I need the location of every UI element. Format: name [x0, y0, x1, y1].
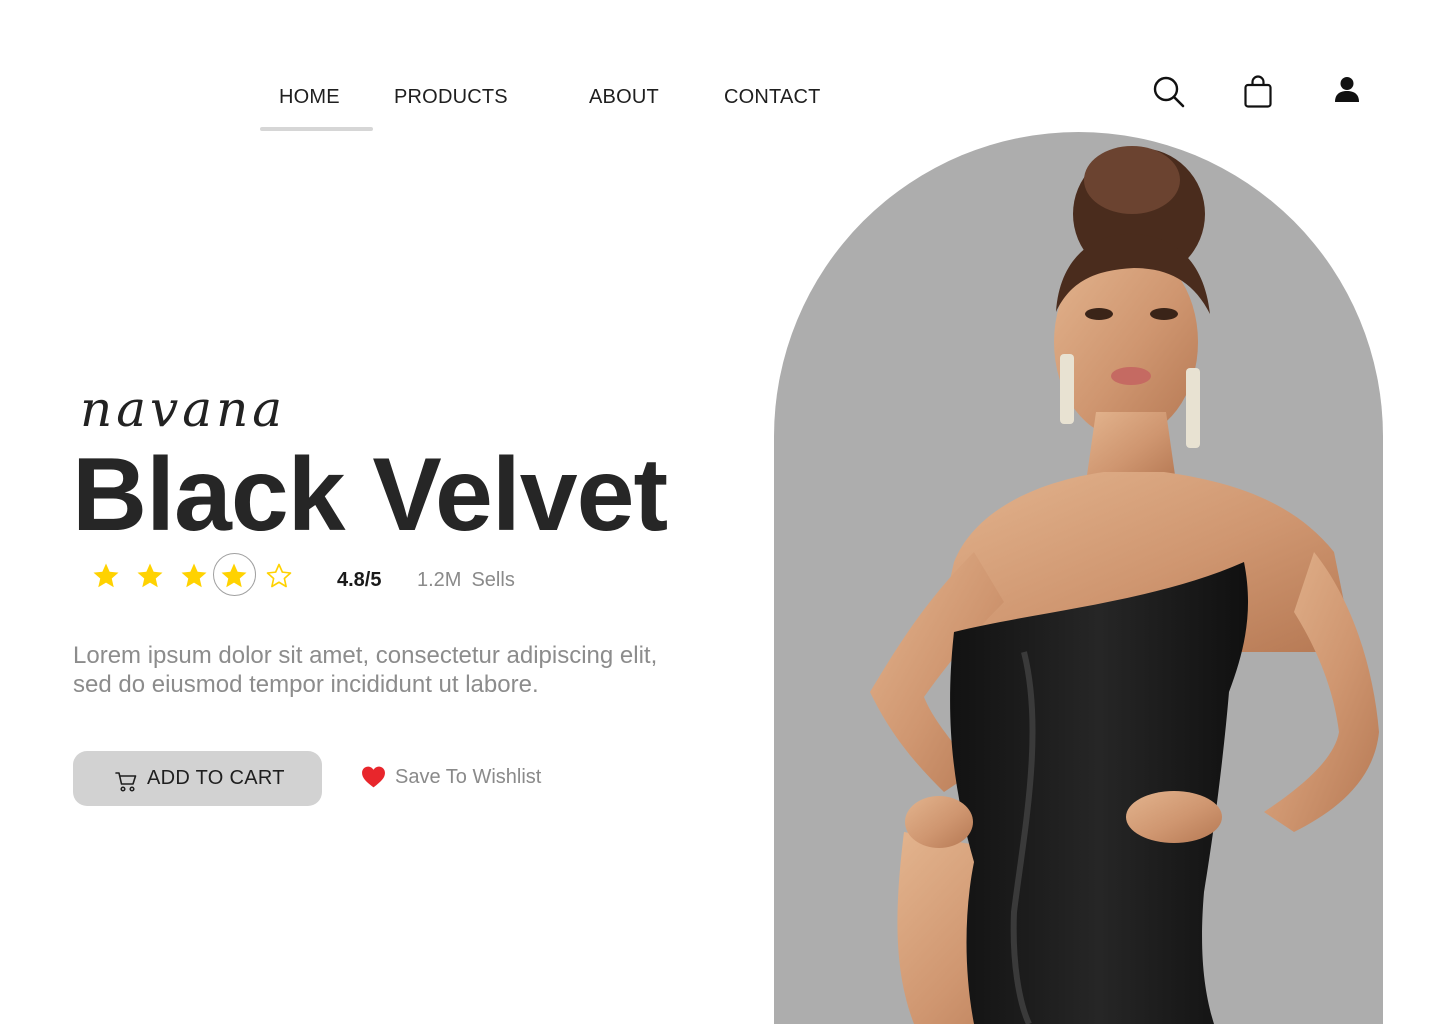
- nav-about-link[interactable]: ABOUT: [589, 86, 659, 109]
- star-filled-icon[interactable]: [214, 556, 254, 596]
- nav-home-link[interactable]: HOME: [279, 86, 340, 109]
- user-icon: [1335, 77, 1359, 102]
- wishlist-label: Save To Wishlist: [395, 765, 542, 788]
- cart-bag-button[interactable]: [1238, 72, 1278, 112]
- shopping-bag-icon: [1244, 75, 1272, 108]
- add-to-cart-button[interactable]: ADD TO CART: [73, 751, 322, 806]
- star-filled-icon[interactable]: [130, 556, 170, 596]
- rating-score: 4.8/5: [337, 569, 382, 591]
- account-button[interactable]: [1327, 70, 1367, 110]
- star-filled-icon[interactable]: [174, 556, 214, 596]
- sold-count-value: 1.2M: [417, 569, 462, 591]
- nav-contact-link[interactable]: CONTACT: [724, 86, 821, 109]
- star-empty-icon[interactable]: [259, 556, 299, 596]
- add-to-cart-label: ADD TO CART: [147, 767, 285, 789]
- brand-name: navana: [80, 380, 287, 438]
- sold-count-label: Sells: [471, 569, 515, 591]
- sold-count: 1.2M Sells: [417, 569, 515, 592]
- product-title: Black Velvet: [72, 437, 668, 553]
- description-line: sed do eiusmod tempor incididunt ut labo…: [73, 671, 539, 698]
- nav-products-link[interactable]: PRODUCTS: [394, 86, 508, 109]
- nav-active-indicator: [260, 127, 373, 131]
- model-photo: [870, 146, 1379, 1024]
- search-button[interactable]: [1149, 72, 1189, 112]
- save-to-wishlist-button[interactable]: Save To Wishlist: [361, 765, 541, 789]
- product-landing-page: HOME PRODUCTS ABOUT CONTACT navana Black…: [0, 0, 1440, 1024]
- shopping-cart-icon: [115, 771, 137, 792]
- product-description: Lorem ipsum dolor sit amet, consectetur …: [73, 641, 733, 699]
- star-filled-icon[interactable]: [86, 556, 126, 596]
- description-line: Lorem ipsum dolor sit amet, consectetur …: [73, 642, 658, 669]
- search-icon: [1153, 76, 1185, 108]
- hero-image-arch: [774, 132, 1383, 1024]
- heart-icon: [362, 766, 385, 788]
